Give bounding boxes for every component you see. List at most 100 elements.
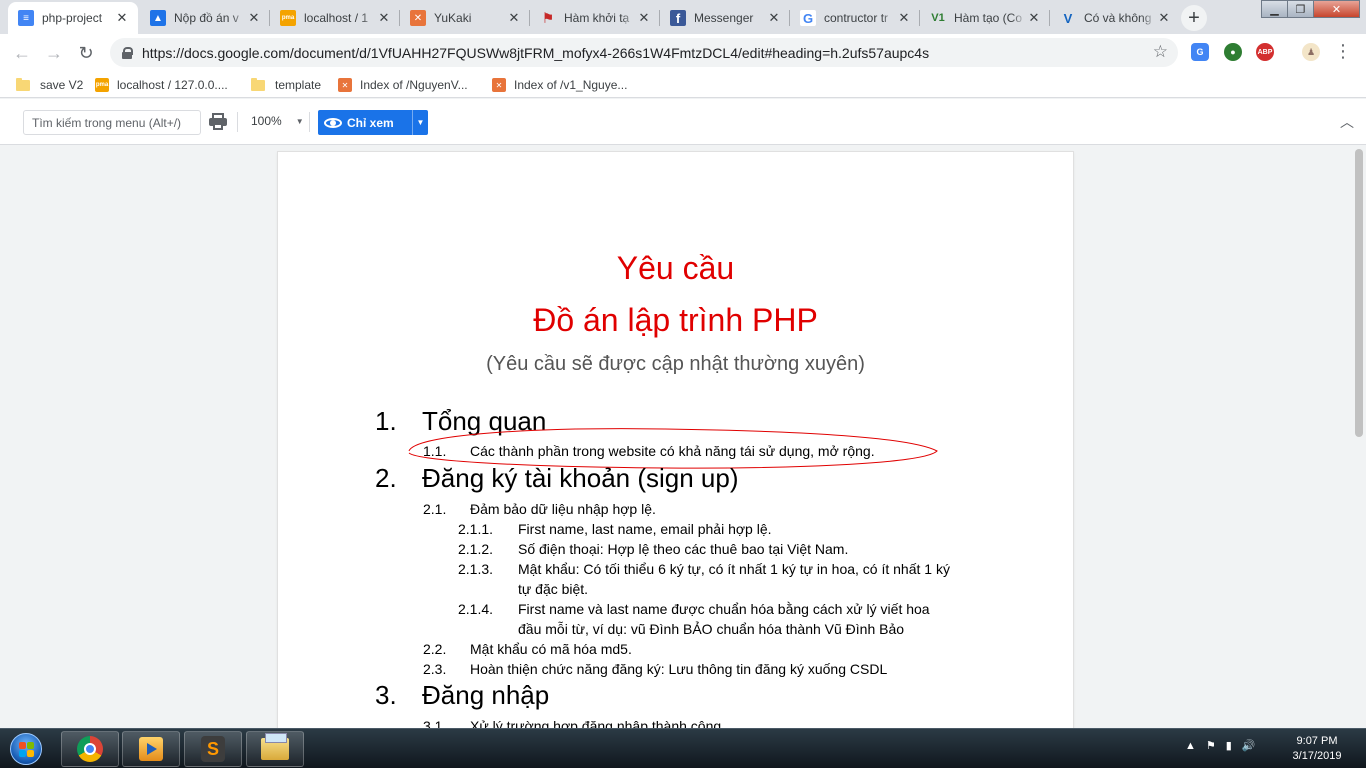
volume-icon[interactable]: 🔊: [1242, 739, 1256, 752]
bookmark-index-nguyenv[interactable]: ✕ Index of /NguyenV...: [338, 76, 468, 94]
bookmark-label: Index of /v1_Nguye...: [514, 78, 628, 92]
tab-title: YuKaki: [434, 11, 472, 25]
tab-co-va-khong[interactable]: V Có và không ✕: [1050, 2, 1180, 34]
close-icon[interactable]: ✕: [376, 10, 392, 26]
lock-icon: [122, 46, 133, 59]
bookmark-star-icon[interactable]: ☆: [1153, 42, 1168, 62]
list-item-continuation: tự đặc biệt.: [518, 581, 589, 597]
chevron-down-icon[interactable]: ▼: [412, 110, 428, 135]
tab-ham-khoi-tao[interactable]: ⚑ Hàm khởi tạ ✕: [530, 2, 660, 34]
print-icon[interactable]: [208, 113, 228, 131]
list-item: 2.1.2. Số điện thoại: Hợp lệ theo các thu…: [458, 541, 848, 557]
tab-php-project[interactable]: ≡ php-project ✕: [8, 2, 138, 34]
adblock-plus-icon[interactable]: ABP: [1256, 43, 1274, 61]
google-translate-icon[interactable]: G: [1191, 43, 1209, 61]
bookmark-localhost[interactable]: pma localhost / 127.0.0....: [95, 76, 228, 94]
back-button[interactable]: ←: [9, 40, 35, 66]
menu-search-input[interactable]: Tìm kiếm trong menu (Alt+/): [23, 110, 201, 135]
chevron-down-icon: ▼: [295, 116, 304, 126]
view-mode-button[interactable]: Chỉ xem ▼: [318, 110, 428, 135]
document-page: Yêu cầu Đồ án lập trình PHP (Yêu cầu sẽ …: [278, 152, 1073, 728]
new-tab-button[interactable]: +: [1181, 5, 1207, 31]
list-number: 2.3.: [423, 661, 447, 677]
close-window-button[interactable]: ✕: [1313, 0, 1360, 18]
zoom-select[interactable]: 100% ▼: [251, 114, 304, 128]
list-item: 2.1.3. Mật khẩu: Có tối thiểu 6 ký tự, có…: [458, 561, 950, 577]
taskbar-explorer[interactable]: [246, 731, 304, 767]
list-text: Đảm bảo dữ liệu nhập hợp lệ.: [470, 501, 656, 517]
tab-title: php-project: [42, 11, 103, 25]
docs-toolbar: Tìm kiếm trong menu (Alt+/) 100% ▼ Chỉ x…: [0, 99, 1366, 145]
globe-extension-icon[interactable]: ●: [1224, 43, 1242, 61]
heading-number: 3.: [375, 680, 397, 710]
tab-contructor[interactable]: G contructor tr ✕: [790, 2, 920, 34]
close-icon[interactable]: ✕: [114, 10, 130, 26]
maximize-button[interactable]: ❐: [1287, 0, 1314, 18]
close-icon[interactable]: ✕: [246, 10, 262, 26]
tab-ham-tao[interactable]: V1 Hàm tạo (Co ✕: [920, 2, 1050, 34]
heading-text: Đăng nhập: [422, 680, 550, 710]
document-title: Yêu cầu: [616, 250, 735, 286]
forward-button[interactable]: →: [41, 40, 67, 66]
vertical-scrollbar[interactable]: [1352, 145, 1366, 728]
tab-localhost[interactable]: pma localhost / 1 ✕: [270, 2, 400, 34]
view-mode-label: Chỉ xem: [347, 115, 394, 130]
heading-text: Đăng ký tài khoản (sign up): [422, 463, 739, 493]
start-button[interactable]: [4, 731, 48, 767]
show-hidden-icons-icon[interactable]: ▲: [1185, 740, 1196, 752]
clock-date: 3/17/2019: [1292, 750, 1342, 762]
file-explorer-icon: [261, 733, 289, 760]
heading-section-2: 2. Đăng ký tài khoản (sign up): [375, 463, 739, 494]
action-center-icon[interactable]: ⚑: [1206, 739, 1216, 752]
list-number: 2.1.3.: [458, 561, 494, 577]
scrollbar-thumb[interactable]: [1355, 149, 1363, 437]
google-icon: G: [800, 10, 816, 26]
toolbar-divider: [309, 112, 310, 132]
list-text: Xử lý trường hợp đăng nhập thành công.: [470, 718, 726, 728]
profile-avatar-icon[interactable]: ♟: [1302, 43, 1320, 61]
tab-title: localhost / 1: [304, 11, 369, 25]
list-text: Mật khẩu có mã hóa md5.: [470, 641, 632, 657]
folder-icon: [251, 77, 265, 91]
taskbar-sublime[interactable]: S: [184, 731, 242, 767]
close-icon[interactable]: ✕: [766, 10, 782, 26]
list-number: 2.1.4.: [458, 601, 494, 617]
zoom-value: 100%: [251, 114, 282, 128]
windows-taskbar: S ▲ ⚑ ▮ 🔊 9:07 PM 3/17/2019: [0, 728, 1366, 768]
close-icon[interactable]: ✕: [636, 10, 652, 26]
network-signal-icon[interactable]: ▮: [1226, 739, 1232, 752]
tab-messenger[interactable]: f Messenger ✕: [660, 2, 790, 34]
close-icon[interactable]: ✕: [896, 10, 912, 26]
list-item: 2.2. Mật khẩu có mã hóa md5.: [423, 641, 632, 657]
tab-yukaki[interactable]: ✕ YuKaki ✕: [400, 2, 530, 34]
list-number: 2.1.1.: [458, 521, 494, 537]
minimize-button[interactable]: ▁: [1261, 0, 1288, 18]
flag-icon: ⚑: [541, 9, 555, 26]
facebook-icon: f: [670, 10, 686, 26]
list-text: Hoàn thiện chức năng đăng ký: Lưu thông …: [470, 661, 888, 677]
tab-nop-do-an[interactable]: ▲ Nộp đồ án v ✕: [140, 2, 270, 34]
close-icon[interactable]: ✕: [1026, 10, 1042, 26]
bookmark-save-v2[interactable]: save V2: [16, 76, 83, 94]
address-bar[interactable]: https://docs.google.com/document/d/1VfUA…: [110, 38, 1178, 67]
taskbar-media-player[interactable]: [122, 731, 180, 767]
bookmark-template[interactable]: template: [251, 76, 321, 94]
media-player-icon: [139, 737, 163, 761]
close-icon[interactable]: ✕: [506, 10, 522, 26]
reload-button[interactable]: ↻: [73, 40, 99, 66]
document-canvas: Yêu cầu Đồ án lập trình PHP (Yêu cầu sẽ …: [0, 145, 1366, 728]
list-item: 2.1. Đảm bảo dữ liệu nhập hợp lệ.: [423, 501, 656, 517]
bookmark-index-v1[interactable]: ✕ Index of /v1_Nguye...: [492, 76, 627, 94]
list-text: Số điện thoại: Hợp lệ theo các thuê bao …: [518, 541, 849, 557]
collapse-toolbar-icon[interactable]: ︿: [1340, 112, 1354, 132]
system-tray: ▲ ⚑ ▮ 🔊: [1185, 739, 1256, 753]
close-icon[interactable]: ✕: [1156, 10, 1172, 26]
url-text: https://docs.google.com/document/d/1VfUA…: [142, 44, 930, 61]
bookmark-label: template: [275, 78, 322, 92]
list-text: First name và last name được chuẩn hóa b…: [518, 601, 930, 617]
chrome-menu-icon[interactable]: ⋮: [1334, 42, 1352, 60]
taskbar-clock[interactable]: 9:07 PM 3/17/2019: [1282, 734, 1352, 764]
list-item: 2.1.1. First name, last name, email phải …: [458, 521, 772, 537]
taskbar-chrome[interactable]: [61, 731, 119, 767]
list-text: Mật khẩu: Có tối thiểu 6 ký tự, có ít nh…: [518, 561, 950, 577]
